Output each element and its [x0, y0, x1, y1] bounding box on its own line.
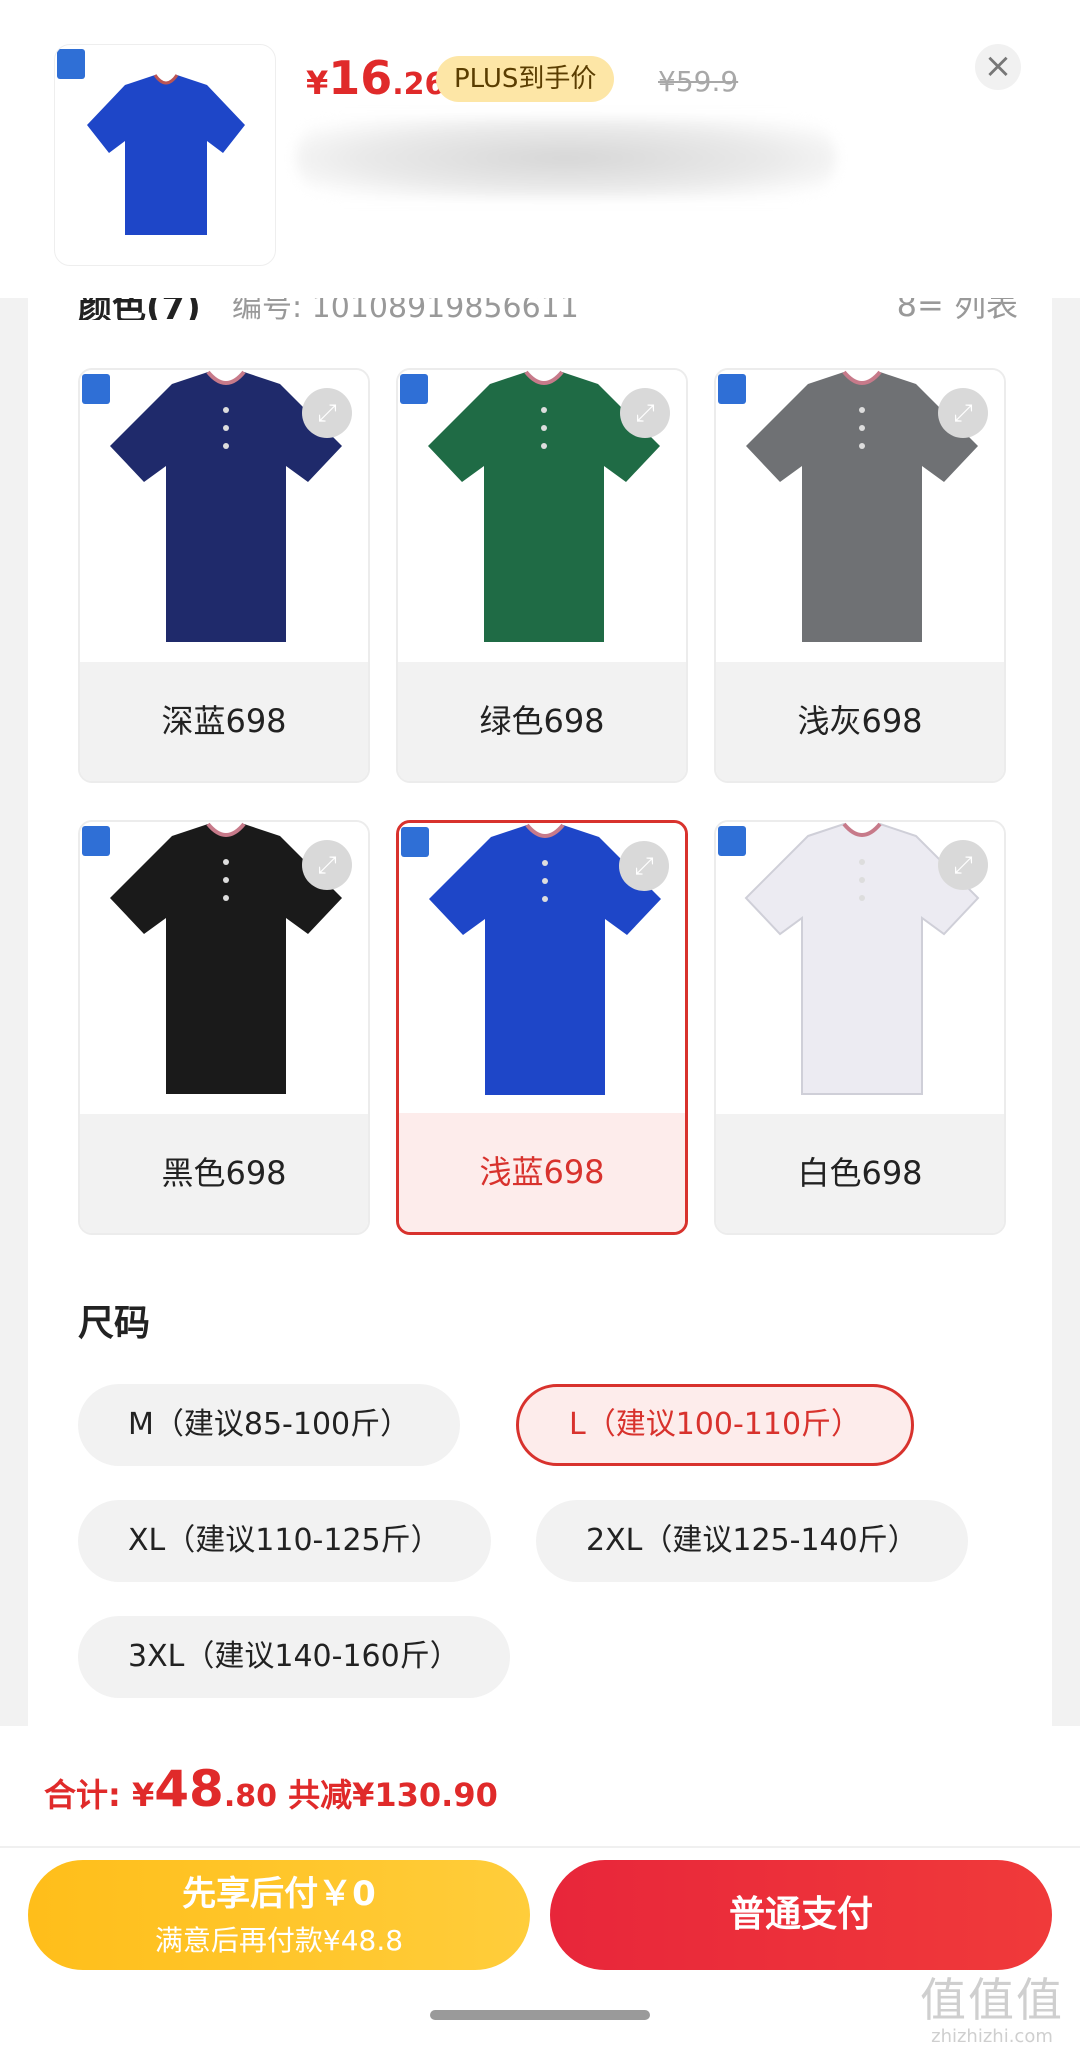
size-option-m[interactable]: M（建议85-100斤）: [78, 1384, 461, 1466]
brand-badge: [82, 374, 110, 404]
color-option-label: 深蓝698: [80, 662, 368, 781]
color-option-light-blue[interactable]: ⤢ 浅蓝698: [396, 820, 688, 1235]
color-option-label: 绿色698: [398, 662, 686, 781]
brand-badge: [718, 374, 746, 404]
expand-icon[interactable]: ⤢: [938, 388, 988, 438]
color-option-light-grey[interactable]: ⤢ 浅灰698: [714, 368, 1006, 783]
brand-badge: [82, 826, 110, 856]
size-option-3xl[interactable]: 3XL（建议140-160斤）: [78, 1616, 510, 1698]
list-view-toggle[interactable]: 8= 列表: [897, 298, 1018, 320]
color-option-black[interactable]: ⤢ 黑色698: [78, 820, 370, 1235]
color-option-label: 浅蓝698: [399, 1113, 685, 1232]
size-option-l[interactable]: L（建议100-110斤）: [516, 1384, 915, 1466]
brand-badge: [57, 49, 85, 79]
expand-icon[interactable]: ⤢: [619, 841, 669, 891]
divider: [0, 1846, 1080, 1848]
home-indicator: [430, 2010, 650, 2020]
options-panel: 颜色(7) 编号: 10108919856611 8= 列表 ⤢ 深蓝698 ⤢ 绿色…: [28, 298, 1052, 1726]
color-option-label: 黑色698: [80, 1114, 368, 1233]
expand-icon[interactable]: ⤢: [938, 840, 988, 890]
brand-badge: [400, 374, 428, 404]
close-button[interactable]: ×: [975, 44, 1021, 90]
color-option-white[interactable]: ⤢ 白色698: [714, 820, 1006, 1235]
checkout-bar: 合计: ¥48.80 共减¥130.90 先享后付￥0 满意后再付款¥48.8 …: [0, 1726, 1080, 2049]
current-price: ¥16.26: [306, 51, 446, 105]
size-option-xl[interactable]: XL（建议110-125斤）: [78, 1500, 491, 1582]
brand-badge: [401, 827, 429, 857]
close-icon: ×: [983, 46, 1013, 86]
expand-icon[interactable]: ⤢: [302, 840, 352, 890]
blurred-product-title: [296, 118, 836, 198]
total-price: 合计: ¥48.80 共减¥130.90: [44, 1760, 498, 1818]
color-option-navy[interactable]: ⤢ 深蓝698: [78, 368, 370, 783]
pay-later-button[interactable]: 先享后付￥0 满意后再付款¥48.8: [28, 1860, 530, 1970]
sku-selector-sheet: ¥16.26 PLUS到手价 ¥59.9 × 颜色(7) 编号: 1010891…: [0, 0, 1080, 2049]
color-option-label: 浅灰698: [716, 662, 1004, 781]
original-price: ¥59.9: [658, 65, 739, 98]
size-section-title: 尺码: [78, 1303, 151, 1344]
plus-price-tag: PLUS到手价: [436, 56, 615, 102]
expand-icon[interactable]: ⤢: [620, 388, 670, 438]
total-saving: 共减¥130.90: [276, 1776, 498, 1814]
brand-badge: [718, 826, 746, 856]
color-section-title: 颜色(7): [78, 298, 201, 320]
product-code: 编号: 10108919856611: [232, 298, 579, 320]
size-option-2xl[interactable]: 2XL（建议125-140斤）: [536, 1500, 968, 1582]
normal-pay-button[interactable]: 普通支付: [550, 1860, 1052, 1970]
product-summary-header: ¥16.26 PLUS到手价 ¥59.9 ×: [0, 0, 1080, 298]
watermark: 值值值 zhizhizhi.com: [920, 1973, 1064, 2047]
color-option-green[interactable]: ⤢ 绿色698: [396, 368, 688, 783]
product-thumbnail[interactable]: [54, 44, 276, 266]
shirt-image: [87, 74, 245, 235]
expand-icon[interactable]: ⤢: [302, 388, 352, 438]
color-option-label: 白色698: [716, 1114, 1004, 1233]
color-section-header: 颜色(7) 编号: 10108919856611 8= 列表: [78, 298, 1018, 320]
